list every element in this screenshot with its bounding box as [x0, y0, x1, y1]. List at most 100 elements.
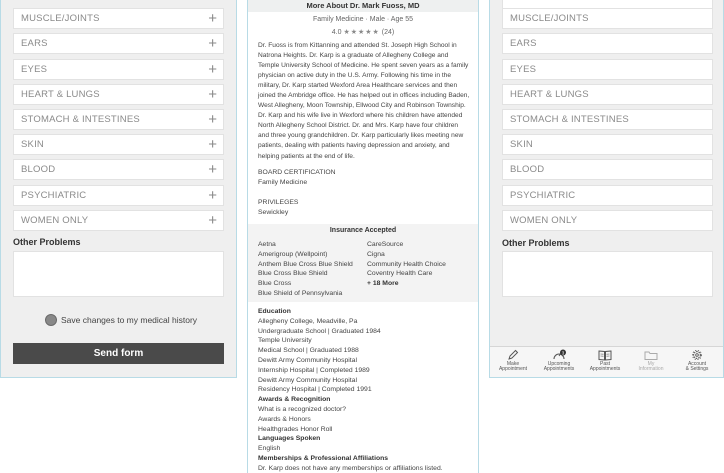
awards-line: Awards & Honors [258, 415, 311, 423]
tab-label: Account & Settings [685, 361, 709, 373]
category-label: EYES [21, 64, 48, 75]
doctor-bio: Dr. Fuoss is from Kittanning and attende… [258, 42, 470, 160]
other-problems-input[interactable] [502, 251, 713, 297]
other-problems-label: Other Problems [13, 237, 81, 247]
category-label: PSYCHIATRIC [510, 190, 576, 201]
gear-icon [692, 350, 702, 360]
bottom-tab-bar: Make Appointment 3 Upcoming Appointments P… [490, 346, 723, 377]
category-label: SKIN [21, 139, 44, 150]
category-label: EYES [510, 64, 537, 75]
tab-label: My Information [638, 361, 664, 373]
education-line: Dewitt Army Community Hospital [258, 376, 357, 384]
clock-icon: 3 [553, 349, 566, 360]
plus-icon[interactable]: + [208, 135, 217, 155]
category-label: STOMACH & INTESTINES [21, 114, 140, 125]
category-label: BLOOD [510, 164, 545, 175]
category-stomach-intestines[interactable]: STOMACH & INTESTINES [502, 109, 713, 130]
category-label: WOMEN ONLY [510, 215, 578, 226]
book-icon [598, 350, 612, 361]
plus-icon[interactable]: + [208, 34, 217, 54]
education-line: Internship Hospital | Completed 1989 [258, 366, 370, 374]
insurance-list-left: Aetna Amerigroup (Wellpoint) Anthem Blue… [258, 240, 353, 299]
insurance-item: Blue Shield of Pennsylvania [258, 289, 343, 297]
insurance-item: Aetna [258, 241, 276, 248]
category-blood[interactable]: BLOOD [502, 159, 713, 180]
category-muscle-joints[interactable]: MUSCLE/JOINTS [502, 8, 713, 29]
star-rating-icon: ★★★★★ [343, 29, 380, 36]
awards-heading: Awards & Recognition [258, 396, 331, 404]
category-muscle-joints[interactable]: MUSCLE/JOINTS + [13, 8, 224, 29]
send-form-button[interactable]: Send form [13, 343, 224, 364]
other-problems-input[interactable] [13, 251, 224, 297]
other-problems-label: Other Problems [502, 238, 570, 248]
category-eyes[interactable]: EYES [502, 59, 713, 80]
category-skin[interactable]: SKIN + [13, 134, 224, 155]
education-line: Dewitt Army Community Hospital [258, 356, 357, 364]
folder-icon [644, 351, 658, 360]
insurance-item: Amerigroup (Wellpoint) [258, 250, 328, 258]
doctor-specialty-line: Family Medicine · Male · Age 55 [313, 16, 413, 23]
board-cert-value: Family Medicine [258, 179, 308, 186]
plus-icon[interactable]: + [208, 9, 217, 29]
insurance-list-right: CareSource Cigna Community Health Choice… [367, 240, 446, 289]
category-heart-lungs[interactable]: HEART & LUNGS + [13, 84, 224, 105]
tab-upcoming-appointments[interactable]: 3 Upcoming Appointments [536, 349, 582, 377]
insurance-item: Blue Cross [258, 280, 292, 288]
rating-line: 4.0 ★★★★★ (24) [248, 28, 478, 36]
plus-icon[interactable]: + [208, 60, 217, 80]
board-cert-label: BOARD CERTIFICATION [258, 169, 336, 176]
education-line: Medical School | Graduated 1988 [258, 347, 359, 355]
medical-history-panel: MUSCLE/JOINTS + EARS + EYES + HEART & LU… [0, 0, 237, 378]
tab-label: Upcoming Appointments [543, 361, 575, 373]
category-ears[interactable]: EARS [502, 33, 713, 54]
insurance-section: Insurance Accepted Aetna Amerigroup (Wel… [248, 224, 478, 302]
category-stomach-intestines[interactable]: STOMACH & INTESTINES + [13, 109, 224, 130]
rating-value: 4.0 [331, 29, 342, 36]
category-psychiatric[interactable]: PSYCHIATRIC + [13, 185, 224, 206]
category-blood[interactable]: BLOOD + [13, 159, 224, 180]
category-label: EARS [510, 38, 537, 49]
category-skin[interactable]: SKIN [502, 134, 713, 155]
plus-icon[interactable]: + [208, 186, 217, 206]
category-women-only[interactable]: WOMEN ONLY [502, 210, 713, 231]
plus-icon[interactable]: + [208, 211, 217, 231]
pencil-icon [508, 349, 519, 360]
category-women-only[interactable]: WOMEN ONLY + [13, 210, 224, 231]
languages-line: English [258, 445, 281, 453]
category-psychiatric[interactable]: PSYCHIATRIC [502, 185, 713, 206]
education-line: Allegheny College, Meadville, Pa [258, 317, 358, 325]
category-label: HEART & LUNGS [21, 89, 100, 100]
tab-label: Past Appointments [589, 361, 621, 373]
category-label: HEART & LUNGS [510, 89, 589, 100]
insurance-item: Cigna [367, 250, 385, 258]
education-line: Undergraduate School | Graduated 1984 [258, 327, 381, 335]
credentials-section: Education Allegheny College, Meadville, … [258, 307, 470, 473]
category-heart-lungs[interactable]: HEART & LUNGS [502, 84, 713, 105]
insurance-title: Insurance Accepted [329, 227, 397, 234]
profile-title: More About Dr. Mark Fuoss, MD [248, 0, 478, 12]
plus-icon[interactable]: + [208, 85, 217, 105]
tab-past-appointments[interactable]: Past Appointments [582, 349, 628, 377]
insurance-more-link[interactable]: + 18 More [367, 279, 446, 289]
category-ears[interactable]: EARS + [13, 33, 224, 54]
education-line: Residency Hospital | Completed 1991 [258, 386, 372, 394]
privileges-label: PRIVILEGES [258, 199, 299, 206]
languages-heading: Languages Spoken [258, 435, 321, 443]
tab-make-appointment[interactable]: Make Appointment [490, 349, 536, 377]
education-heading: Education [258, 308, 291, 315]
category-eyes[interactable]: EYES + [13, 59, 224, 80]
plus-icon[interactable]: + [208, 110, 217, 130]
memberships-heading: Memberships & Professional Affiliations [258, 454, 389, 462]
education-line: Temple University [258, 337, 312, 345]
tab-my-information[interactable]: My Information [628, 349, 674, 377]
medical-history-panel-tabbed: MUSCLE/JOINTS EARS EYES HEART & LUNGS ST… [489, 0, 724, 378]
category-label: BLOOD [21, 164, 56, 175]
review-count[interactable]: (24) [382, 29, 394, 36]
save-changes-label: Save changes to my medical history [61, 315, 198, 325]
awards-link[interactable]: What is a recognized doctor? [258, 405, 470, 415]
category-label: SKIN [510, 139, 533, 150]
radio-button[interactable] [45, 314, 57, 326]
category-label: WOMEN ONLY [21, 215, 89, 226]
plus-icon[interactable]: + [208, 160, 217, 180]
tab-account-settings[interactable]: Account & Settings [674, 349, 720, 377]
